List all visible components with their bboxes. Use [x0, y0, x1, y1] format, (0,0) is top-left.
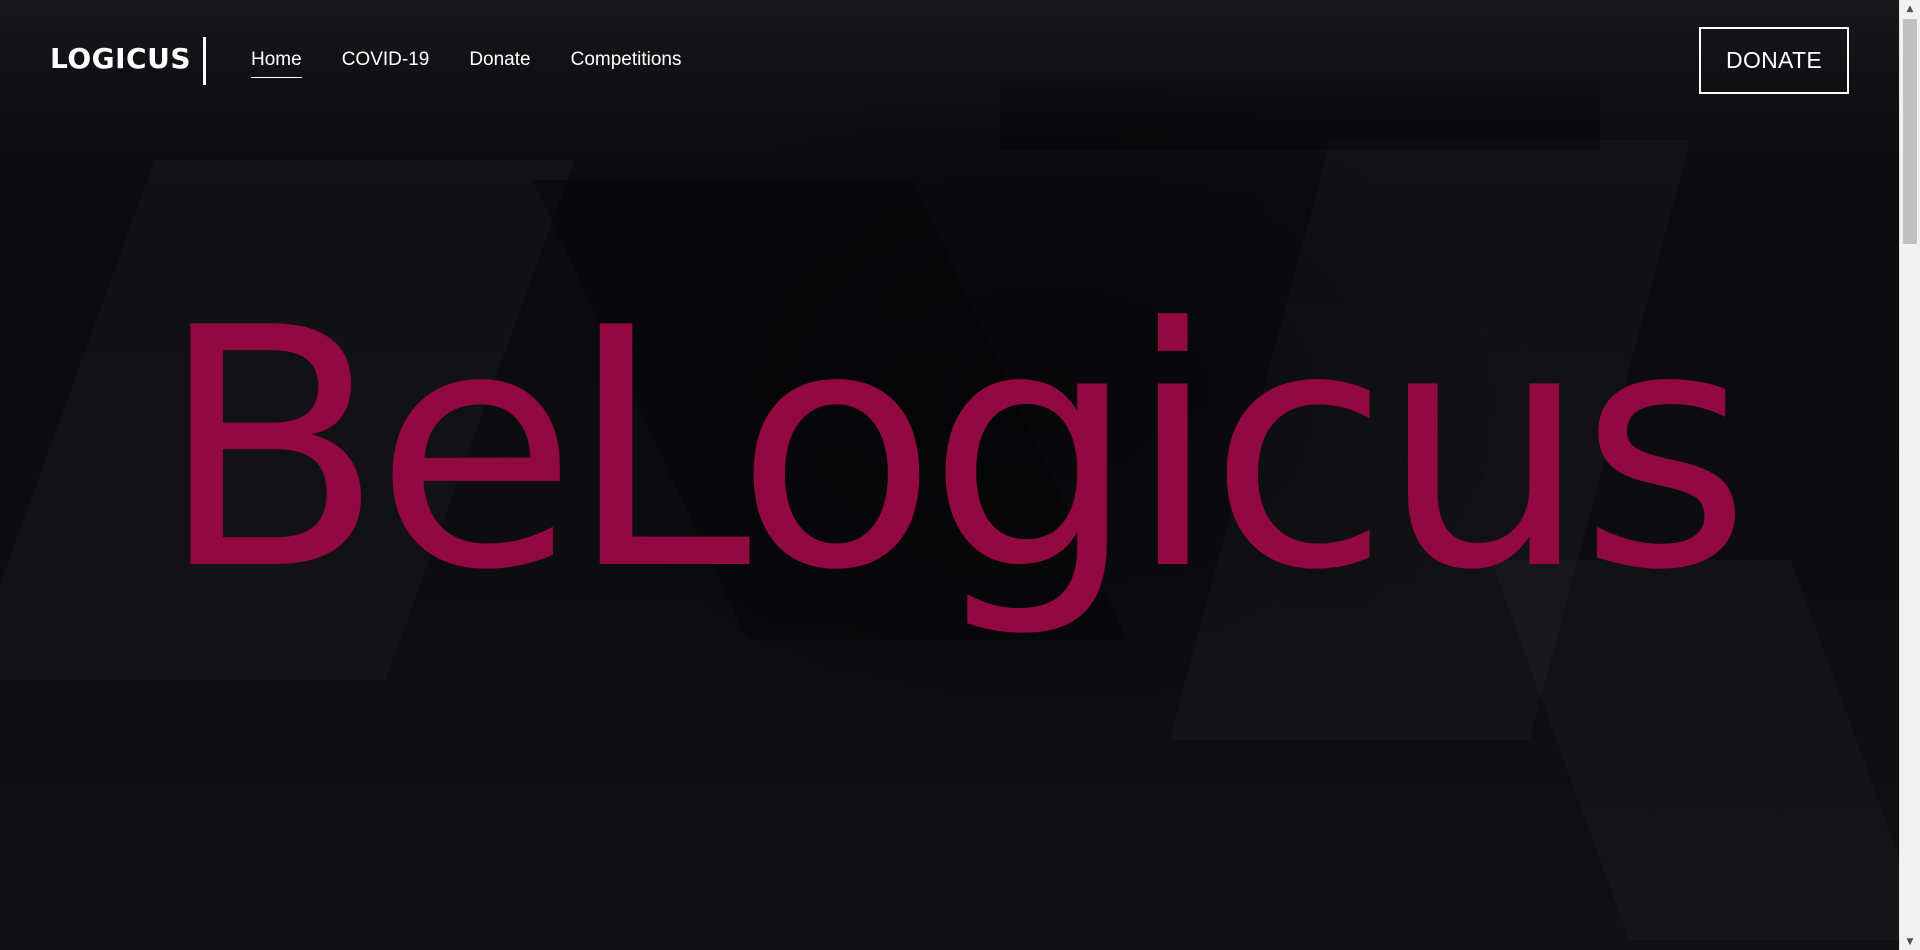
triangle-up-icon[interactable]: ▲ [1900, 0, 1920, 17]
hero-title: BeLogicus [157, 258, 1751, 642]
nav-links: Home COVID-19 Donate Competitions [251, 46, 682, 78]
nav-link-competitions[interactable]: Competitions [571, 46, 682, 78]
vertical-scrollbar[interactable]: ▲ ▼ [1899, 0, 1920, 950]
top-navigation: LOGICUS Home COVID-19 Donate Competition… [0, 0, 1899, 120]
triangle-down-icon[interactable]: ▼ [1900, 933, 1920, 950]
logo-divider [203, 37, 206, 85]
site-logo[interactable]: LOGICUS [50, 41, 191, 77]
page: BeLogicus LOGICUS Home COVID-19 Donate C… [0, 0, 1920, 950]
nav-link-covid-19[interactable]: COVID-19 [342, 46, 430, 78]
nav-link-donate[interactable]: Donate [469, 46, 530, 78]
scrollbar-thumb[interactable] [1903, 19, 1917, 244]
donate-button[interactable]: DONATE [1699, 27, 1849, 94]
nav-link-home[interactable]: Home [251, 46, 302, 78]
hero-section: BeLogicus [0, 0, 1899, 950]
